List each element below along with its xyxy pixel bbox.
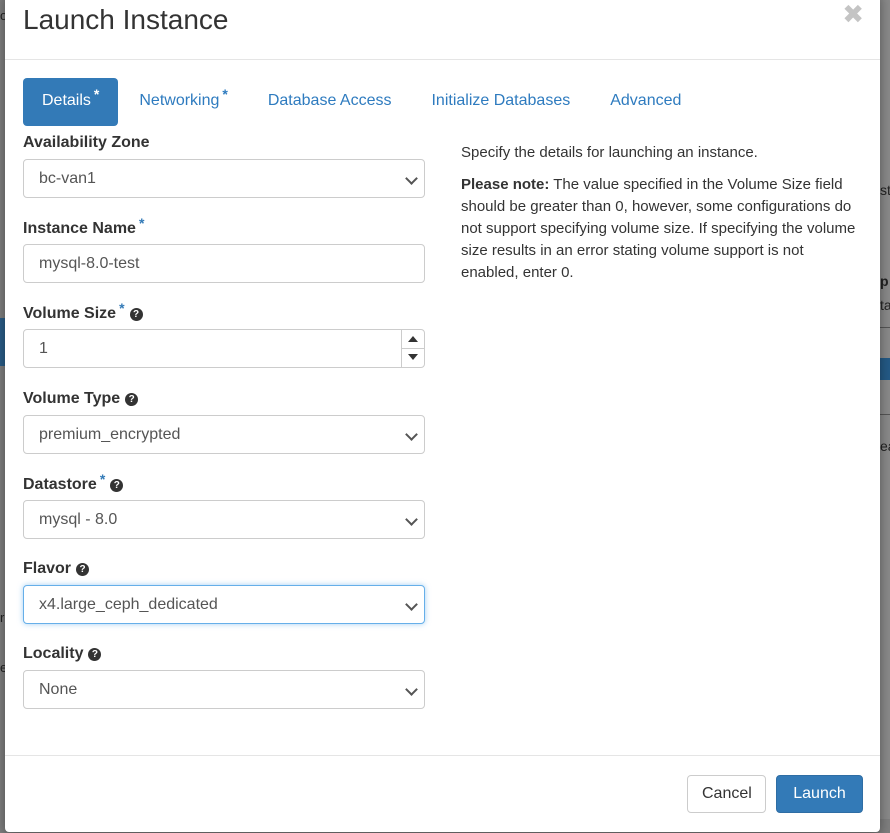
details-description: Specify the details for launching an ins… <box>461 142 861 294</box>
flavor-value: x4.large_ceph_dedicated <box>39 596 218 613</box>
volume-type-label: Volume Type? <box>23 388 425 410</box>
help-icon[interactable]: ? <box>76 563 90 576</box>
availability-zone-label: Availability Zone <box>23 134 150 151</box>
locality-label: Locality? <box>23 643 425 665</box>
volume-size-input[interactable]: 1 <box>23 329 425 368</box>
flavor-group: Flavor? x4.large_ceph_dedicated <box>23 558 425 624</box>
chevron-down-icon <box>405 598 418 611</box>
availability-zone-select[interactable]: bc-van1 <box>23 159 425 198</box>
availability-zone-value: bc-van1 <box>39 170 96 187</box>
modal-header: Launch Instance ✖ <box>5 0 880 60</box>
tab-label: Initialize Databases <box>431 92 571 109</box>
quantity-stepper <box>401 330 424 367</box>
datastore-label: Datastore *? <box>23 471 425 495</box>
help-icon[interactable]: ? <box>129 308 143 321</box>
modal-title: Launch Instance <box>23 4 229 35</box>
background-fragment: st <box>880 182 890 198</box>
tab-label: Networking <box>139 92 220 109</box>
help-icon[interactable]: ? <box>88 648 102 661</box>
note-label: Please note: <box>461 176 550 193</box>
background-fragment: p <box>880 273 889 289</box>
required-marker: * <box>138 215 145 231</box>
description-note: Please note: The value specified in the … <box>461 174 861 284</box>
required-marker: * <box>93 86 100 102</box>
tab-initialize-databases[interactable]: Initialize Databases <box>412 78 589 126</box>
locality-value: None <box>39 681 78 698</box>
modal-footer: Cancel Launch <box>5 755 880 833</box>
cancel-button[interactable]: Cancel <box>687 775 766 813</box>
required-marker: * <box>99 471 106 487</box>
increment-button[interactable] <box>402 330 424 349</box>
volume-size-label: Volume Size *? <box>23 300 425 324</box>
tab-database-access[interactable]: Database Access <box>249 78 411 126</box>
close-icon[interactable]: ✖ <box>842 0 864 28</box>
datastore-select[interactable]: mysql - 8.0 <box>23 500 425 539</box>
volume-size-group: Volume Size *? 1 <box>23 300 425 368</box>
background-left-fragment: r <box>0 610 5 625</box>
tab-advanced[interactable]: Advanced <box>591 78 700 126</box>
background-divider <box>880 327 890 328</box>
flavor-select[interactable]: x4.large_ceph_dedicated <box>23 585 425 624</box>
arrow-up-icon <box>408 336 418 342</box>
instance-name-label: Instance Name * <box>23 215 145 237</box>
flavor-label: Flavor? <box>23 558 425 580</box>
help-icon[interactable]: ? <box>110 479 124 492</box>
volume-type-group: Volume Type? premium_encrypted <box>23 388 425 454</box>
tab-label: Advanced <box>610 92 682 109</box>
tab-networking[interactable]: Networking * <box>120 78 246 126</box>
instance-name-input[interactable]: mysql-8.0-test <box>23 244 425 283</box>
tab-label: Details <box>42 92 91 109</box>
locality-group: Locality? None <box>23 643 425 709</box>
instance-name-value: mysql-8.0-test <box>39 255 140 272</box>
chevron-down-icon <box>405 513 418 526</box>
availability-zone-group: Availability Zone bc-van1 <box>23 132 425 198</box>
volume-type-value: premium_encrypted <box>39 426 181 443</box>
launch-instance-modal: Launch Instance ✖ Details * Networking * D… <box>5 0 880 832</box>
chevron-down-icon <box>405 683 418 696</box>
launch-button[interactable]: Launch <box>776 775 863 813</box>
wizard-tabs: Details * Networking * Database Access Ini… <box>23 78 702 126</box>
volume-size-value: 1 <box>39 340 48 357</box>
decrement-button[interactable] <box>402 349 424 367</box>
required-marker: * <box>222 86 228 102</box>
datastore-value: mysql - 8.0 <box>39 511 118 528</box>
chevron-down-icon <box>405 172 418 185</box>
tab-label: Database Access <box>267 92 392 109</box>
arrow-down-icon <box>408 354 418 360</box>
background-fragment: ea <box>880 438 890 454</box>
chevron-down-icon <box>405 428 418 441</box>
datastore-group: Datastore *? mysql - 8.0 <box>23 471 425 539</box>
instance-name-group: Instance Name * mysql-8.0-test <box>23 215 425 283</box>
help-icon[interactable]: ? <box>125 393 139 406</box>
background-bar <box>880 358 890 380</box>
background-fragment: ta <box>880 297 890 313</box>
locality-select[interactable]: None <box>23 670 425 709</box>
required-marker: * <box>119 300 125 316</box>
volume-type-select[interactable]: premium_encrypted <box>23 415 425 454</box>
tab-details[interactable]: Details * <box>23 78 119 126</box>
description-intro: Specify the details for launching an ins… <box>461 144 758 161</box>
background-divider <box>880 414 890 415</box>
